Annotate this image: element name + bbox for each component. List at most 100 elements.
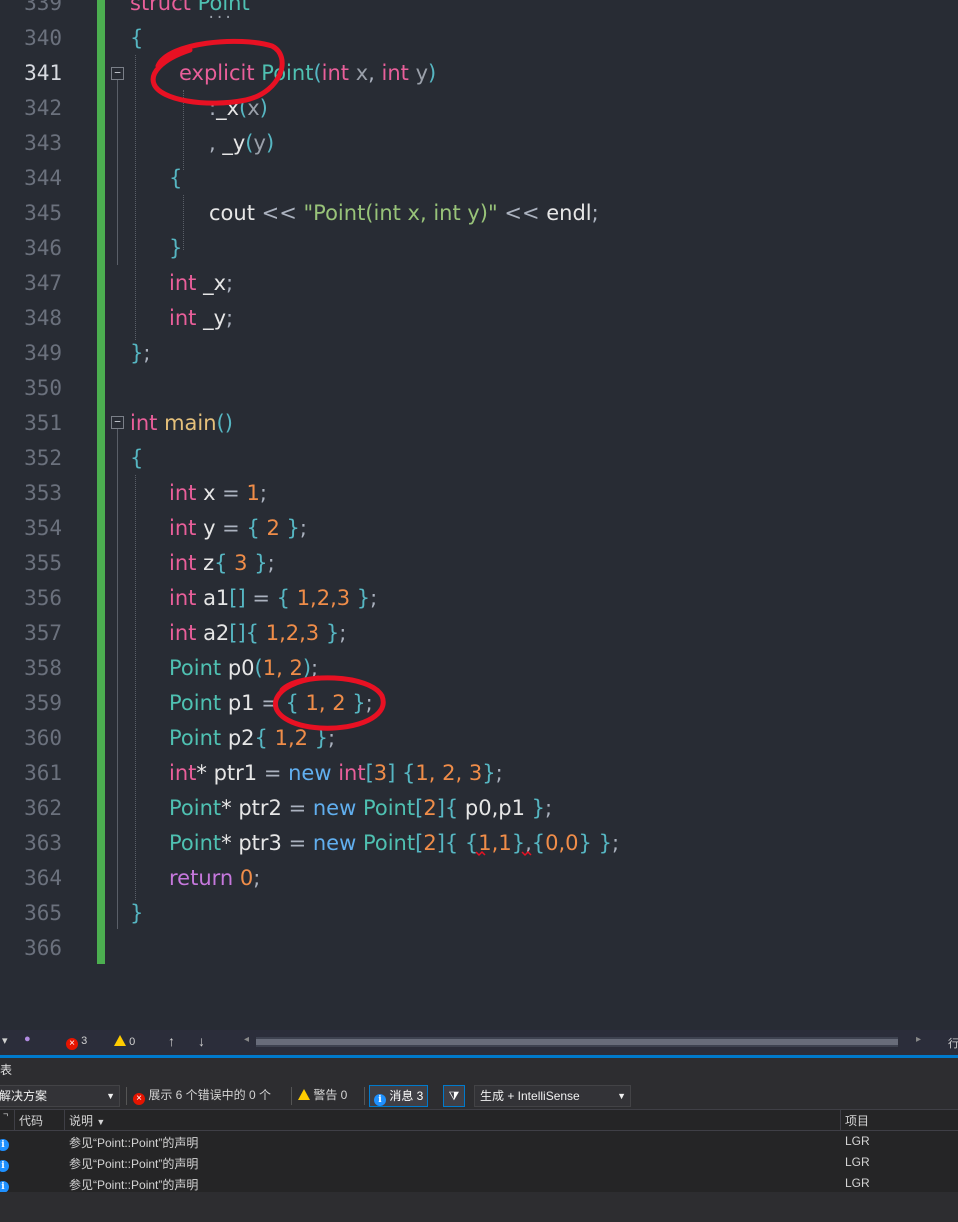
scrollbar-thumb[interactable]: [256, 1039, 898, 1045]
errors-filter-button[interactable]: × 展示 6 个错误中的 0 个: [133, 1085, 271, 1105]
intellicode-icon[interactable]: ●: [24, 1033, 31, 1045]
column-header-code[interactable]: 代码: [19, 1112, 43, 1129]
code-line[interactable]: 352 {: [0, 441, 958, 476]
editor-status-strip: ▾ ● × 3 0 ↑ ↓ ◂ ▸ 行: [0, 1030, 958, 1055]
scroll-right-icon[interactable]: ▸: [916, 1034, 921, 1045]
line-number: 365: [24, 901, 62, 925]
code-line[interactable]: 360 Point p2{ 1,2 };: [0, 721, 958, 756]
code-line[interactable]: 342:_x(x): [0, 91, 958, 126]
code-line[interactable]: 356 int a1[] = { 1,2,3 };: [0, 581, 958, 616]
code-line[interactable]: 345 cout << "Point(int x, int y)" << endl…: [0, 196, 958, 231]
column-divider[interactable]: [14, 1110, 15, 1130]
code-line[interactable]: 354 int y = { 2 };: [0, 511, 958, 546]
code-text: return 0;: [169, 861, 260, 896]
filter-button[interactable]: ⧩: [443, 1085, 465, 1107]
code-token: Point: [362, 831, 416, 855]
code-token: ;: [328, 726, 336, 750]
code-token: 1,2,3: [296, 586, 351, 610]
code-token: int: [169, 551, 204, 575]
code-token: y: [415, 61, 428, 85]
source-combo[interactable]: 生成 + IntelliSense ▼: [474, 1085, 631, 1107]
code-token: "Point(int x, int y)": [303, 201, 498, 225]
messages-filter-button[interactable]: i 消息 3: [369, 1085, 429, 1107]
scope-combo[interactable]: 解决方案 ▼: [0, 1085, 120, 1107]
code-token: ;: [311, 656, 319, 680]
line-number: 363: [24, 831, 62, 855]
code-token: int: [169, 481, 204, 505]
code-line[interactable]: 364 return 0;: [0, 861, 958, 896]
arrow-down-icon[interactable]: ↓: [198, 1033, 205, 1049]
code-line[interactable]: 358 Point p0(1, 2);: [0, 651, 958, 686]
code-token: x: [355, 61, 369, 85]
dropdown-arrow-icon[interactable]: ▾: [2, 1034, 8, 1047]
code-token: ;: [370, 586, 378, 610]
code-line[interactable]: 365}: [0, 896, 958, 931]
code-text: int* ptr1 = new int[3] {1, 2, 3};: [169, 756, 503, 791]
warning-indicator[interactable]: 0: [114, 1035, 135, 1048]
column-divider[interactable]: [840, 1110, 841, 1130]
code-line[interactable]: 359 Point p1 = { 1, 2 };: [0, 686, 958, 721]
row-description: 参见“Point::Point”的声明: [69, 1178, 199, 1192]
code-line[interactable]: 351 int main(): [0, 406, 958, 441]
scroll-left-icon[interactable]: ◂: [244, 1034, 249, 1045]
arrow-up-icon[interactable]: ↑: [168, 1033, 175, 1049]
code-line[interactable]: 363 Point* ptr3 = new Point[2]{ {1,1},{0,…: [0, 826, 958, 861]
code-line[interactable]: 348 int _y;: [0, 301, 958, 336]
code-line[interactable]: 357 int a2[]{ 1,2,3 };: [0, 616, 958, 651]
code-token: ;: [226, 306, 234, 330]
code-token: }: [130, 341, 144, 365]
info-icon: i: [0, 1134, 9, 1151]
error-indicator[interactable]: × 3: [66, 1035, 87, 1050]
code-line[interactable]: 355 int z{ 3 };: [0, 546, 958, 581]
line-number: 353: [24, 481, 62, 505]
code-line[interactable]: 339 struct Point: [0, 0, 958, 21]
code-line[interactable]: 349};: [0, 336, 958, 371]
code-token: (: [239, 96, 248, 120]
code-token: []{: [229, 621, 266, 645]
column-divider[interactable]: [64, 1110, 65, 1130]
code-line[interactable]: 347 int _x;: [0, 266, 958, 301]
horizontal-scrollbar[interactable]: [256, 1037, 898, 1047]
column-header-desc[interactable]: 说明 ▼: [69, 1112, 105, 1129]
code-token: ;: [591, 201, 599, 225]
code-token: endl: [546, 201, 592, 225]
code-token: int: [169, 586, 204, 610]
code-line[interactable]: 366: [0, 931, 958, 966]
code-token: 1,1: [478, 831, 512, 855]
code-token: ,: [525, 831, 532, 855]
code-line[interactable]: 341 explicit Point(int x, int y): [0, 56, 958, 91]
code-line[interactable]: 340 {: [0, 21, 958, 56]
code-token: 1, 2, 3: [415, 761, 483, 785]
code-token: _x: [203, 271, 226, 295]
code-line[interactable]: 343, _y(y): [0, 126, 958, 161]
code-token: ;: [253, 866, 261, 890]
code-line[interactable]: 350: [0, 371, 958, 406]
code-token: p1: [227, 691, 262, 715]
row-project: LGR: [845, 1134, 870, 1148]
code-line[interactable]: 362 Point* ptr2 = new Point[2]{ p0,p1 };: [0, 791, 958, 826]
collapsed-ellipsis-icon[interactable]: ···: [207, 10, 232, 26]
table-row[interactable]: i 参见“Point::Point”的声明 LGR: [0, 1173, 958, 1194]
fold-collapse-icon[interactable]: −: [111, 67, 124, 80]
code-line[interactable]: 344 {: [0, 161, 958, 196]
code-token: {: [169, 166, 183, 190]
table-row[interactable]: i 参见“Point::Point”的声明 LGR: [0, 1152, 958, 1173]
code-token: y: [253, 131, 266, 155]
toolbar-divider: [291, 1087, 292, 1105]
table-row[interactable]: i 参见“Point::Point”的声明 LGR: [0, 1131, 958, 1152]
panel-empty-area: [0, 1192, 958, 1222]
code-line[interactable]: 346}: [0, 231, 958, 266]
code-editor[interactable]: 339 struct Point 340{341 explicit Point(int…: [0, 0, 958, 1030]
line-number: 346: [24, 236, 62, 260]
column-header-project[interactable]: 项目: [845, 1112, 869, 1129]
code-text: int _x;: [169, 266, 233, 301]
code-text: {: [169, 161, 182, 196]
code-line[interactable]: 353 int x = 1;: [0, 476, 958, 511]
code-token: x: [247, 96, 260, 120]
code-token: ;: [611, 831, 620, 855]
code-token: x: [203, 481, 223, 505]
code-token: _y: [222, 131, 246, 155]
code-line[interactable]: 361 int* ptr1 = new int[3] {1, 2, 3};: [0, 756, 958, 791]
warnings-filter-button[interactable]: 警告 0: [298, 1085, 347, 1105]
fold-collapse-icon[interactable]: −: [111, 416, 124, 429]
